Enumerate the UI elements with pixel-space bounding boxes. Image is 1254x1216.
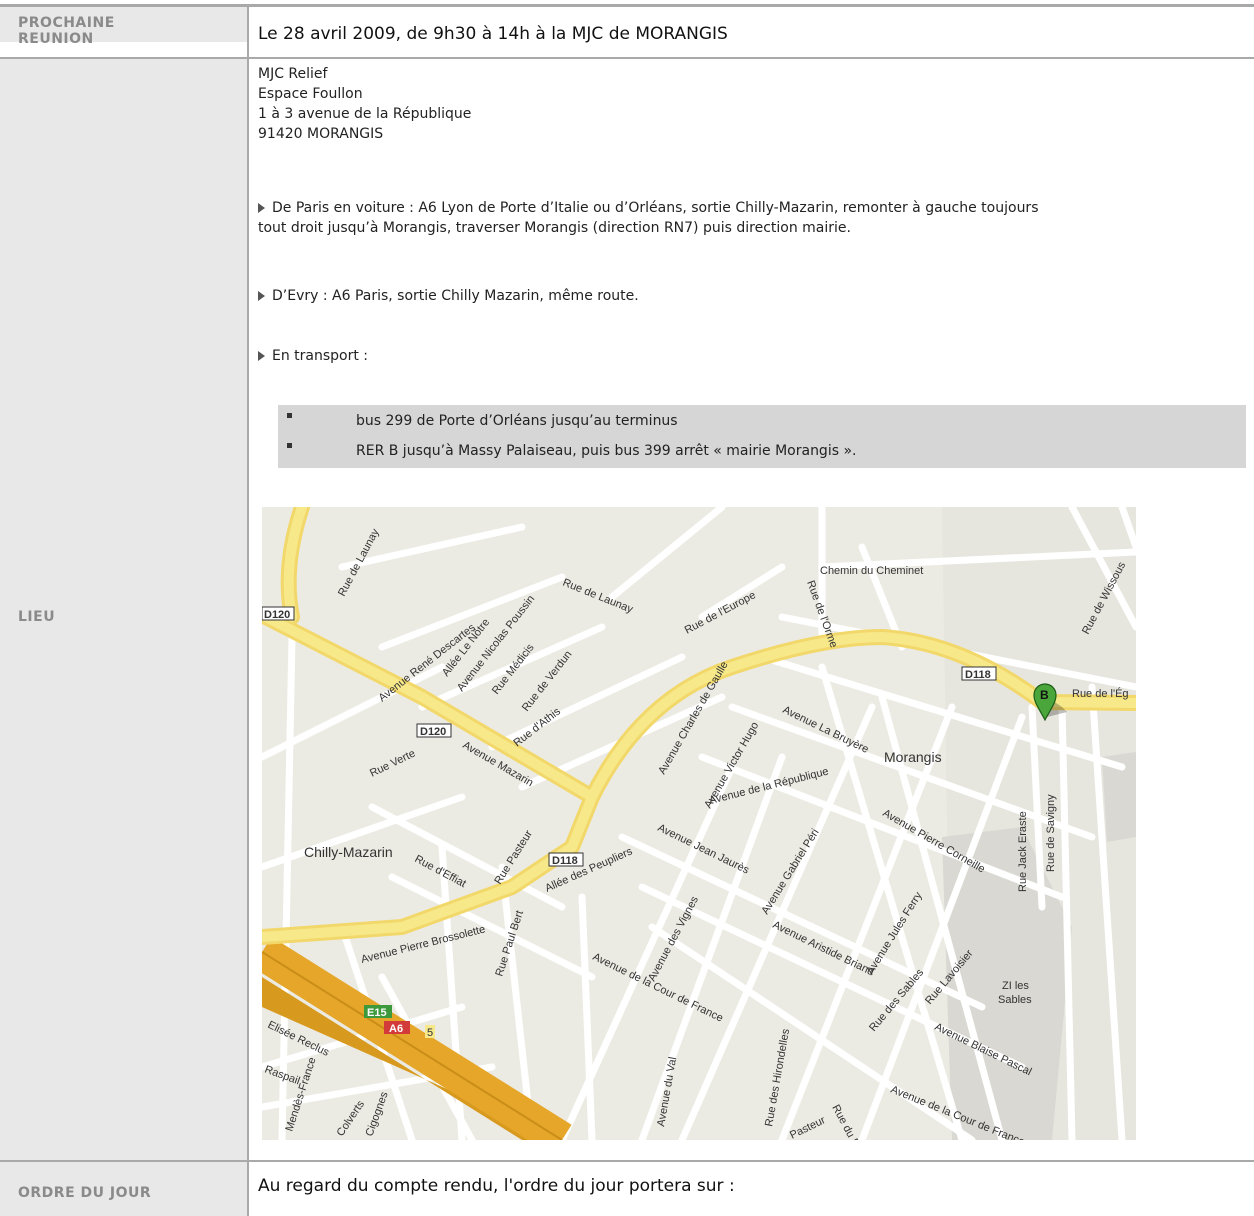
column-divider — [247, 1162, 249, 1216]
svg-text:E15: E15 — [367, 1007, 387, 1019]
route-transport-text: En transport : — [272, 348, 369, 364]
ordre-du-jour-label: ORDRE DU JOUR — [18, 1185, 152, 1201]
prochaine-reunion-text: Le 28 avril 2009, de 9h30 à 14h à la MJC… — [258, 24, 728, 44]
route-evry: D’Evry : A6 Paris, sortie Chilly Mazarin… — [258, 286, 1246, 306]
route-paris-line-1: De Paris en voiture : A6 Lyon de Porte d… — [272, 200, 1039, 216]
lieu-label: LIEU — [18, 609, 56, 625]
svg-text:Rue de l'Ég: Rue de l'Ég — [1072, 687, 1129, 700]
svg-text:Rue de Savigny: Rue de Savigny — [1045, 794, 1057, 872]
svg-text:Rue Jack Eraste: Rue Jack Eraste — [1017, 811, 1029, 892]
label-line-1: PROCHAINE — [18, 15, 115, 31]
prochaine-reunion-label: PROCHAINE REUNION — [0, 7, 247, 47]
list-item: RER B jusqu’à Massy Palaiseau, puis bus … — [356, 443, 857, 459]
lieu-label-cell: LIEU — [0, 59, 247, 1162]
svg-text:B: B — [1040, 688, 1049, 702]
transport-list: bus 299 de Porte d’Orléans jusqu’au term… — [278, 405, 1246, 468]
address-line: 91420 MORANGIS — [258, 126, 384, 142]
square-bullet-icon — [287, 443, 292, 448]
address-line: Espace Foullon — [258, 86, 363, 102]
svg-text:5: 5 — [427, 1027, 433, 1039]
svg-text:D120: D120 — [264, 609, 290, 621]
svg-text:ZI les: ZI les — [1002, 980, 1029, 992]
svg-text:D120: D120 — [420, 726, 446, 738]
svg-text:A6: A6 — [389, 1023, 403, 1035]
route-evry-text: D’Evry : A6 Paris, sortie Chilly Mazarin… — [272, 288, 639, 304]
address-block: MJC Relief Espace Foullon 1 à 3 avenue d… — [258, 64, 1246, 144]
ordre-du-jour-label-cell: ORDRE DU JOUR — [0, 1162, 247, 1216]
arrow-bullet-icon — [258, 203, 265, 213]
svg-text:Sables: Sables — [998, 994, 1032, 1006]
location-map[interactable]: D120 D120 D118 D118 E15 A6 5 Chilly-Maza… — [262, 507, 1136, 1140]
square-bullet-icon — [287, 413, 292, 418]
route-paris: De Paris en voiture : A6 Lyon de Porte d… — [258, 198, 1246, 238]
route-transport: En transport : — [258, 346, 1246, 366]
arrow-bullet-icon — [258, 291, 265, 301]
map-graphic: D120 D120 D118 D118 E15 A6 5 Chilly-Maza… — [262, 507, 1136, 1140]
svg-text:Morangis: Morangis — [884, 749, 942, 765]
ordre-du-jour-text: Au regard du compte rendu, l'ordre du jo… — [258, 1176, 735, 1196]
address-line: MJC Relief — [258, 66, 328, 82]
list-item: bus 299 de Porte d’Orléans jusqu’au term… — [356, 413, 678, 429]
svg-text:D118: D118 — [965, 669, 991, 681]
label-line-2: REUNION — [18, 31, 94, 47]
column-divider — [247, 7, 249, 1162]
arrow-bullet-icon — [258, 351, 265, 361]
address-line: 1 à 3 avenue de la République — [258, 106, 472, 122]
route-paris-line-2: tout droit jusqu’à Morangis, traverser M… — [258, 220, 851, 236]
svg-text:D118: D118 — [552, 855, 578, 867]
svg-text:Chemin du Cheminet: Chemin du Cheminet — [820, 565, 923, 577]
svg-text:Chilly-Mazarin: Chilly-Mazarin — [304, 844, 393, 860]
